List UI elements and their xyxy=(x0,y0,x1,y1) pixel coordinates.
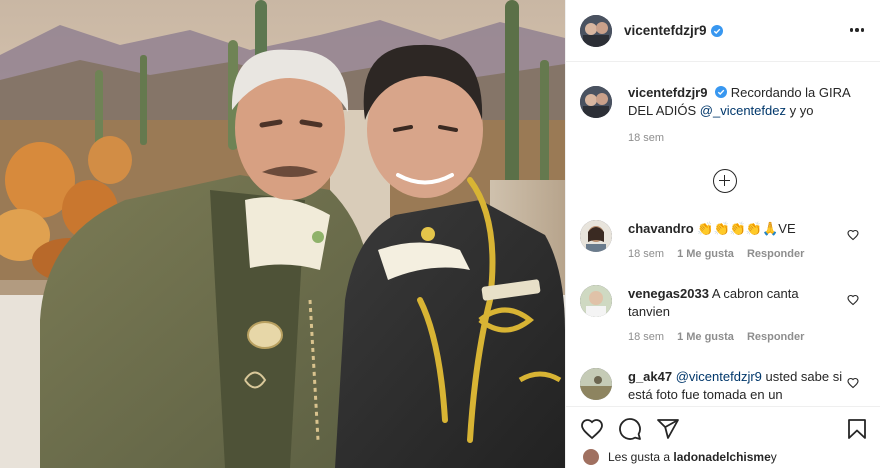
post-photo[interactable] xyxy=(0,0,565,468)
comment-item: chavandro 👏👏👏👏🙏VE 18 sem 1 Me gusta Resp… xyxy=(580,220,875,263)
post-side-panel: vicentefdzjr9 vicentefdzjr9 Recordando l… xyxy=(565,0,880,468)
comment-body: g_ak47 @vicentefdzjr9 usted sabe si está… xyxy=(628,368,843,404)
likes-summary: Les gusta a ladonadelchisme y xyxy=(566,446,880,468)
comment-username[interactable]: g_ak47 xyxy=(628,369,672,384)
commenter-avatar[interactable] xyxy=(580,220,612,252)
heart-icon[interactable] xyxy=(580,417,604,441)
comment-likes-count[interactable]: 1 Me gusta xyxy=(677,328,734,346)
comment-like-heart-icon[interactable] xyxy=(847,294,859,306)
comment-body: venegas2033 A cabron canta tanvien 18 se… xyxy=(628,285,843,346)
more-options-icon[interactable] xyxy=(847,20,867,40)
comment-like-heart-icon[interactable] xyxy=(847,377,859,389)
verified-badge-icon xyxy=(715,86,728,98)
reply-button[interactable]: Responder xyxy=(747,245,804,263)
likes-prefix: Les gusta a xyxy=(608,450,671,464)
commenter-avatar[interactable] xyxy=(580,285,612,317)
instagram-post-modal: vicentefdzjr9 vicentefdzjr9 Recordando l… xyxy=(0,0,880,468)
comment-username[interactable]: chavandro xyxy=(628,221,694,236)
comment-timestamp: 18 sem xyxy=(628,248,665,260)
comment-likes-count[interactable]: 1 Me gusta xyxy=(677,245,734,263)
comment-meta: 18 sem 1 Me gusta Responder xyxy=(628,328,843,346)
share-icon[interactable] xyxy=(656,417,680,441)
caption-avatar[interactable] xyxy=(580,86,612,118)
comment-mention-link[interactable]: @vicentefdzjr9 xyxy=(676,369,762,384)
liker-avatar[interactable] xyxy=(582,448,600,466)
photo-illustration xyxy=(0,0,565,468)
comments-list[interactable]: vicentefdzjr9 Recordando la GIRA DEL ADI… xyxy=(566,62,880,406)
commenter-avatar[interactable] xyxy=(580,368,612,400)
comment-like-heart-icon[interactable] xyxy=(847,229,859,241)
comment-icon[interactable] xyxy=(618,417,642,441)
post-caption: vicentefdzjr9 Recordando la GIRA DEL ADI… xyxy=(580,84,870,147)
liker-username[interactable]: ladonadelchisme xyxy=(673,450,770,464)
verified-badge-icon xyxy=(710,24,723,37)
author-avatar[interactable] xyxy=(580,14,612,47)
author-username[interactable]: vicentefdzjr9 xyxy=(624,23,707,38)
caption-timestamp: 18 sem xyxy=(628,132,665,144)
comment-timestamp: 18 sem xyxy=(628,331,665,343)
comment-meta: 18 sem 1 Me gusta Responder xyxy=(628,245,843,263)
comment-body: chavandro 👏👏👏👏🙏VE 18 sem 1 Me gusta Resp… xyxy=(628,220,843,263)
comment-text: 👏👏👏👏🙏VE xyxy=(697,221,796,236)
load-more-icon[interactable] xyxy=(713,169,737,193)
caption-mention-link[interactable]: @_vicentefdez xyxy=(700,103,786,118)
likes-suffix: y xyxy=(770,450,777,464)
comment-item: g_ak47 @vicentefdzjr9 usted sabe si está… xyxy=(580,368,875,404)
post-actions-bar xyxy=(566,406,880,446)
post-header: vicentefdzjr9 xyxy=(566,0,880,62)
caption-body: vicentefdzjr9 Recordando la GIRA DEL ADI… xyxy=(628,84,868,147)
caption-text-end: y yo xyxy=(785,103,814,118)
comment-username[interactable]: venegas2033 xyxy=(628,286,709,301)
reply-button[interactable]: Responder xyxy=(747,328,804,346)
bookmark-icon[interactable] xyxy=(845,417,869,441)
comment-item: venegas2033 A cabron canta tanvien 18 se… xyxy=(580,285,875,346)
caption-username[interactable]: vicentefdzjr9 xyxy=(628,85,707,100)
